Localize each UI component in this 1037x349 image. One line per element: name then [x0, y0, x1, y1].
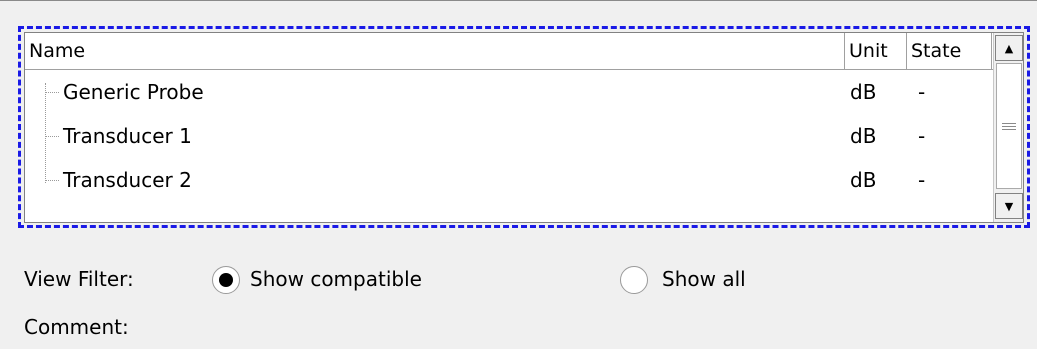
- view-filter-row: View Filter: Show compatible Show all: [24, 263, 1024, 295]
- show-all-label[interactable]: Show all: [662, 263, 746, 295]
- arrow-up-icon: ▲: [1004, 41, 1014, 55]
- row-name: Transducer 1: [63, 124, 192, 148]
- arrow-down-icon: ▼: [1004, 199, 1014, 213]
- scrollbar-thumb[interactable]: [996, 63, 1022, 189]
- tree-branch: [45, 92, 59, 93]
- row-state: -: [918, 80, 926, 104]
- tree-branch: [45, 180, 59, 181]
- scroll-down-button[interactable]: ▼: [995, 193, 1023, 219]
- show-compatible-label[interactable]: Show compatible: [250, 263, 422, 295]
- show-all-radio[interactable]: [620, 266, 648, 294]
- list-item[interactable]: Transducer 2 dB -: [25, 158, 995, 202]
- row-name: Generic Probe: [63, 80, 204, 104]
- comment-label: Comment:: [24, 315, 129, 339]
- column-header-state[interactable]: State: [907, 33, 992, 69]
- top-divider: [0, 0, 1037, 1]
- row-state: -: [918, 124, 926, 148]
- vertical-scrollbar[interactable]: ▲ ▼: [993, 33, 1023, 222]
- row-unit: dB: [850, 168, 877, 192]
- tree-branch: [45, 136, 59, 137]
- scroll-up-button[interactable]: ▲: [995, 35, 1023, 61]
- grip-icon: [1002, 121, 1016, 132]
- row-name: Transducer 2: [63, 168, 192, 192]
- view-filter-label: View Filter:: [24, 267, 134, 291]
- row-unit: dB: [850, 124, 877, 148]
- transducer-list[interactable]: Name Unit State Generic Probe dB - Trans…: [24, 32, 1024, 223]
- list-item[interactable]: Transducer 1 dB -: [25, 114, 995, 158]
- column-header-name[interactable]: Name: [25, 33, 845, 69]
- list-item[interactable]: Generic Probe dB -: [25, 70, 995, 114]
- show-compatible-radio[interactable]: [212, 266, 240, 294]
- list-header: Name Unit State: [25, 33, 995, 70]
- column-header-unit[interactable]: Unit: [845, 33, 907, 69]
- row-state: -: [918, 168, 926, 192]
- row-unit: dB: [850, 80, 877, 104]
